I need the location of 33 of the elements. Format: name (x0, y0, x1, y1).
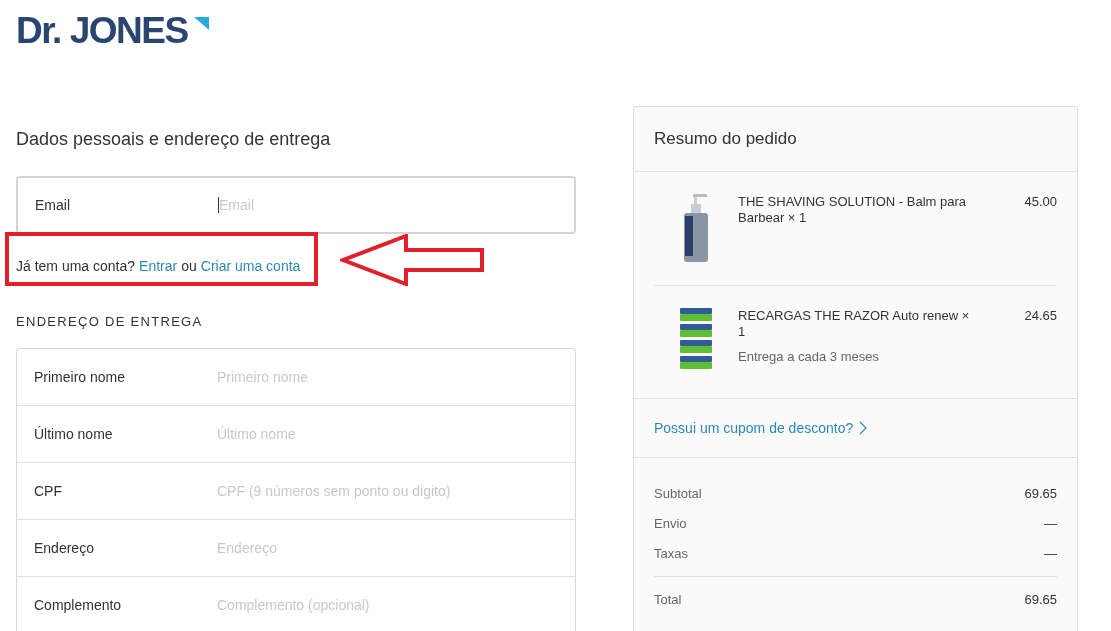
delivery-note: Entrega a cada 3 meses (738, 349, 880, 364)
form-title: Dados pessoais e endereço de entrega (16, 129, 332, 150)
field-label: CPF (34, 483, 63, 499)
field-label: Último nome (34, 426, 114, 442)
summary-value: 69.65 (1024, 485, 1057, 501)
chevron-right-icon (859, 421, 868, 435)
summary-value: — (1044, 515, 1057, 531)
summary-label: Envio (654, 515, 687, 531)
summary-title: Resumo do pedido (654, 129, 797, 149)
total-value: 69.65 (1024, 592, 1057, 607)
signup-link[interactable]: Criar uma conta (200, 257, 301, 274)
brand-logo[interactable]: Dr. JONES (16, 15, 188, 47)
field-label: Primeiro nome (34, 369, 127, 385)
login-link[interactable]: Entrar (139, 257, 178, 274)
product-price: 24.65 (1024, 308, 1057, 325)
summary-label: Taxas (654, 545, 688, 561)
bottle-drawing (682, 194, 710, 262)
or-text: ou (181, 257, 197, 274)
field-label: Endereço (34, 540, 95, 556)
section-title: ENDEREÇO DE ENTREGA (16, 314, 204, 329)
coupon-link[interactable]: Possui um cupom de desconto? (654, 420, 868, 436)
field-label: Email (35, 197, 71, 213)
total-label: Total (654, 592, 682, 607)
summary-label: Subtotal (654, 485, 702, 501)
account-question: Já tem uma conta? (16, 257, 136, 274)
triangle-icon (193, 17, 209, 30)
product-name: THE SHAVING SOLUTION - Balm para Barbear × 1 (738, 194, 968, 226)
field-label: Complemento (34, 597, 123, 613)
product-name: RECARGAS THE RAZOR Auto renew × 1 (738, 308, 971, 340)
cartridges-drawing (679, 308, 713, 370)
summary-value: — (1044, 545, 1057, 561)
product-price: 45.00 (1024, 194, 1057, 211)
text-cursor (218, 197, 219, 213)
